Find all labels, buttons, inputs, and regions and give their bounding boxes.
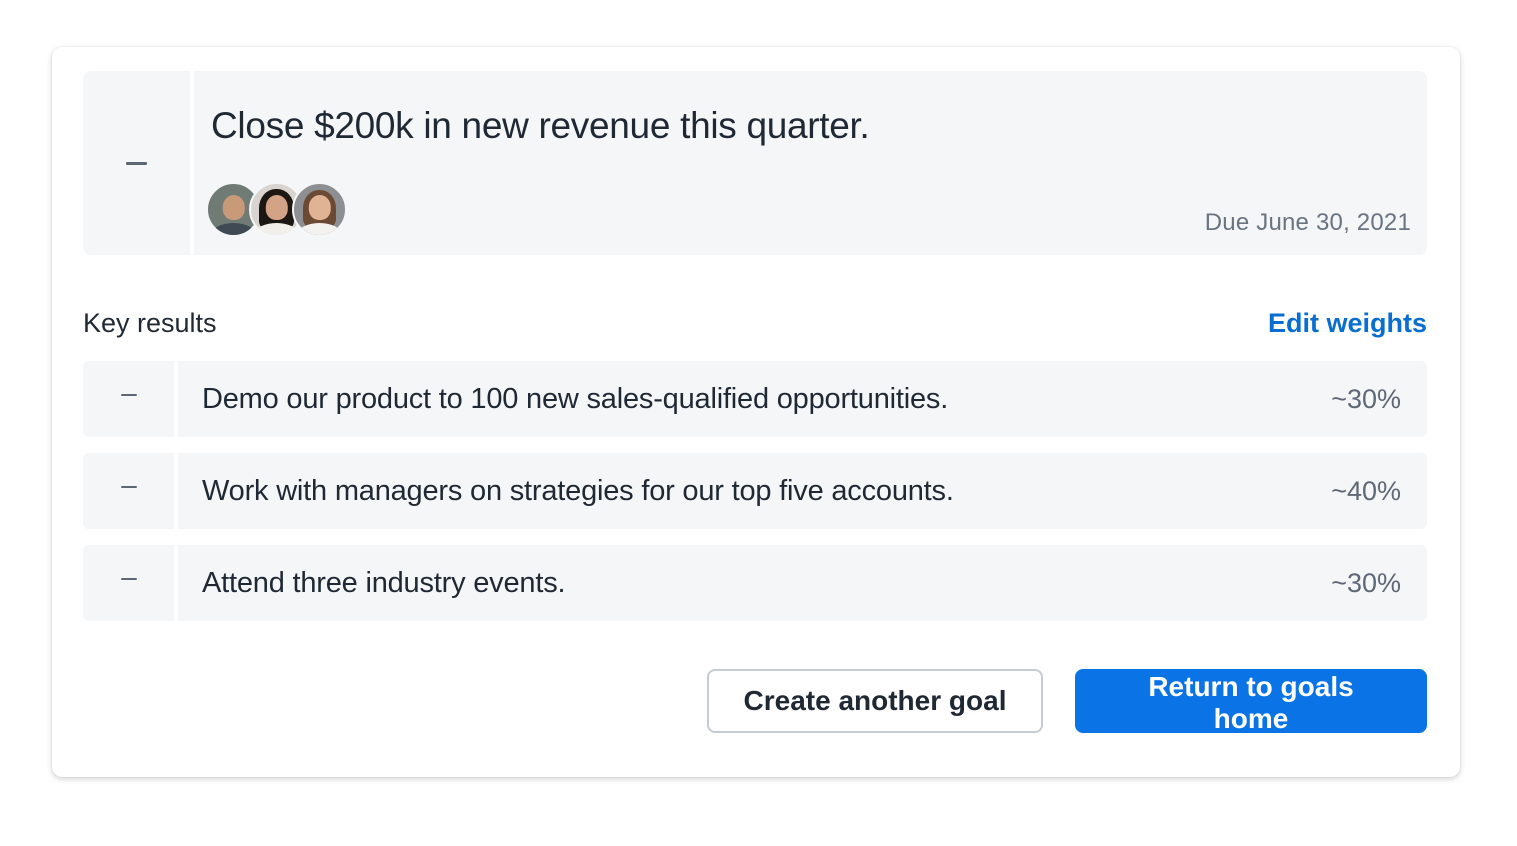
key-result-toggle[interactable] [83, 545, 178, 621]
key-result-text: Attend three industry events. [202, 566, 566, 599]
minus-icon [120, 578, 137, 580]
key-result-row: Demo our product to 100 new sales-qualif… [83, 361, 1427, 437]
key-result-weight: ~30% [1331, 567, 1401, 598]
key-result-toggle[interactable] [83, 361, 178, 437]
key-result-weight: ~30% [1331, 383, 1401, 414]
key-result-content: Work with managers on strategies for our… [178, 453, 1427, 529]
goal-summary-card: Close $200k in new revenue this quarter. [52, 47, 1460, 777]
due-date: Due June 30, 2021 [1204, 209, 1411, 236]
goal-title: Close $200k in new revenue this quarter. [211, 105, 870, 146]
avatar[interactable] [292, 182, 347, 237]
key-results-list: Demo our product to 100 new sales-qualif… [83, 361, 1427, 637]
action-buttons: Create another goal Return to goals home [707, 669, 1427, 734]
goal-owners [206, 182, 347, 239]
goal-header: Close $200k in new revenue this quarter. [83, 71, 1427, 255]
key-result-row: Work with managers on strategies for our… [83, 453, 1427, 529]
key-result-content: Attend three industry events. ~30% [178, 545, 1427, 621]
key-results-title: Key results [83, 308, 217, 338]
goal-details: Close $200k in new revenue this quarter. [194, 71, 1427, 255]
create-another-goal-button[interactable]: Create another goal [707, 669, 1043, 733]
edit-weights-link[interactable]: Edit weights [1268, 308, 1427, 339]
key-result-weight: ~40% [1331, 475, 1401, 506]
key-result-row: Attend three industry events. ~30% [83, 545, 1427, 621]
key-result-text: Demo our product to 100 new sales-qualif… [202, 382, 949, 415]
minus-icon [120, 394, 137, 396]
goal-collapse-toggle[interactable] [83, 71, 194, 255]
minus-icon [120, 486, 137, 488]
key-result-content: Demo our product to 100 new sales-qualif… [178, 361, 1427, 437]
key-results-header: Key results Edit weights [83, 308, 1427, 339]
key-result-text: Work with managers on strategies for our… [202, 474, 954, 507]
minus-icon [126, 161, 147, 165]
return-to-goals-home-button[interactable]: Return to goals home [1075, 669, 1427, 734]
key-result-toggle[interactable] [83, 453, 178, 529]
